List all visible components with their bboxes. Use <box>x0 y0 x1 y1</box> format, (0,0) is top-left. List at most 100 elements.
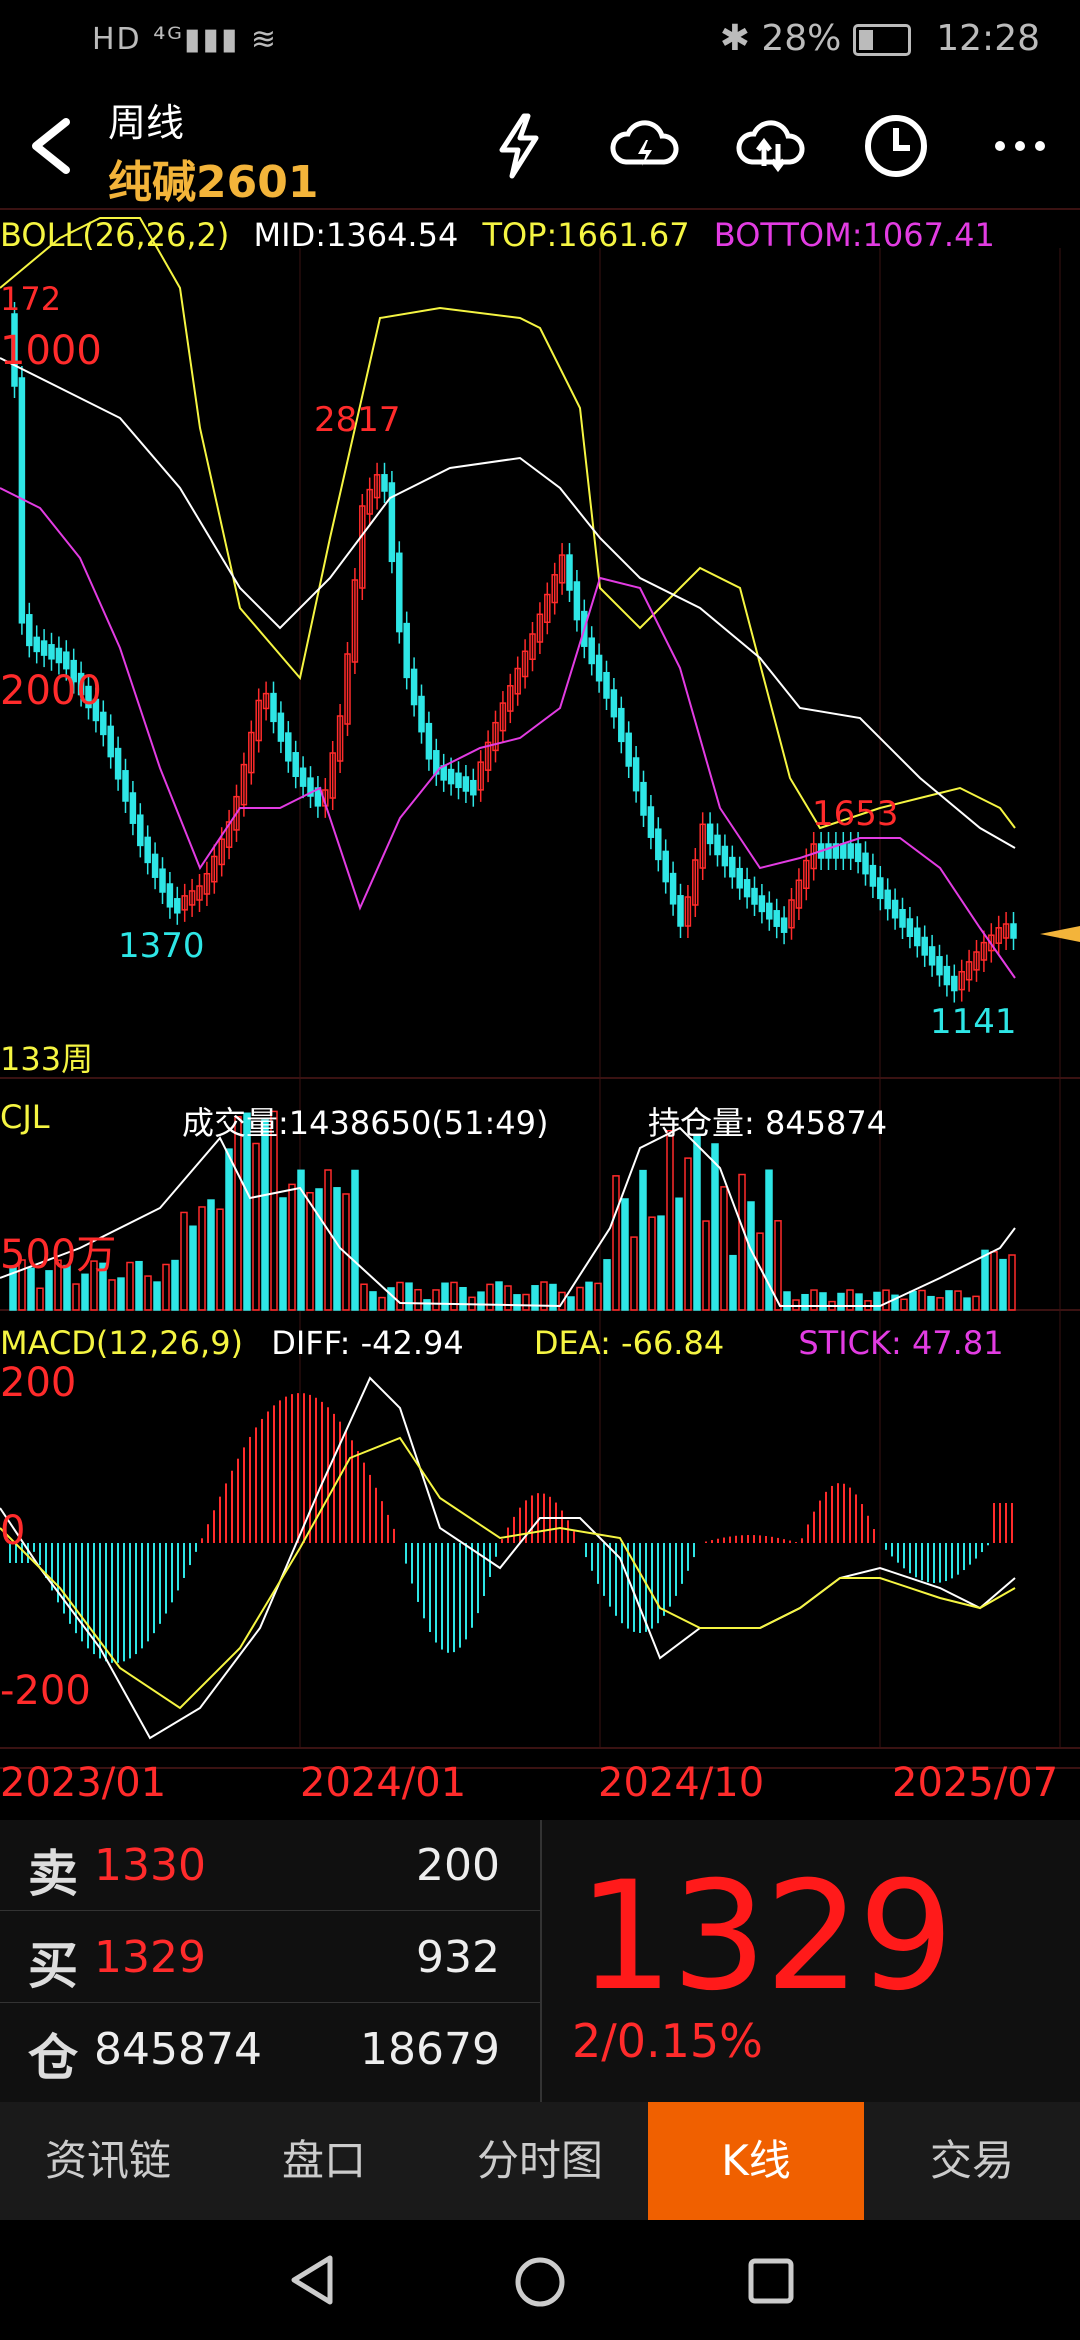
candle-body <box>840 843 847 859</box>
candle-body <box>588 637 595 665</box>
candle-body <box>573 581 581 621</box>
volume-bar <box>306 1191 314 1311</box>
macd-diff: DIFF: -42.94 <box>271 1324 464 1362</box>
nav-home-icon[interactable] <box>512 2254 568 2310</box>
tab-intraday[interactable]: 分时图 <box>432 2102 648 2220</box>
candle-body <box>447 768 455 785</box>
boll-label: BOLL(26,26,2) <box>0 216 230 254</box>
volume-bar <box>225 1148 233 1311</box>
volume-bar <box>423 1299 431 1311</box>
candle-body <box>455 772 462 789</box>
candle-body <box>884 889 891 910</box>
cloud-upload-icon[interactable] <box>734 110 806 182</box>
volume-bar <box>126 1261 134 1311</box>
macd-diff-line <box>0 1376 1016 1740</box>
quote-divider <box>540 1820 542 2102</box>
volume-bar <box>855 1293 863 1311</box>
volume-bar <box>234 1116 242 1311</box>
volume-bar <box>882 1289 890 1311</box>
volume-bar <box>603 1259 611 1311</box>
clock-icon[interactable] <box>860 110 932 182</box>
more-icon[interactable] <box>984 110 1056 182</box>
nav-back-icon[interactable] <box>286 2254 338 2306</box>
volume-bar <box>351 1169 359 1311</box>
macd-bottom: -200 <box>0 1668 91 1714</box>
last-price: 1329 <box>578 1850 954 2024</box>
buy-row[interactable]: 买 1329 932 <box>0 1912 540 2003</box>
lightning-icon[interactable] <box>484 110 556 182</box>
candle-body <box>869 864 877 887</box>
candle-body <box>174 898 181 914</box>
volume-ma-line <box>0 1126 1016 1308</box>
volume-scale: 500万 <box>0 1232 117 1278</box>
volume-bar <box>567 1296 575 1311</box>
boll-top: TOP:1661.67 <box>482 216 690 254</box>
macd-indicator: MACD(12,26,9) DIFF: -42.94 DEA: -66.84 S… <box>0 1324 1004 1362</box>
candle-body <box>388 482 396 563</box>
volume-bar <box>819 1292 827 1311</box>
nav-recents-icon[interactable] <box>746 2256 796 2306</box>
boll-mid-line <box>0 357 1016 849</box>
volume-bar <box>459 1286 467 1311</box>
price-label-low1: 1370 <box>118 926 205 966</box>
battery-percent: 28% <box>761 18 842 59</box>
candle-body <box>610 689 618 718</box>
volume-bar <box>990 1251 998 1311</box>
volume-bar <box>486 1283 494 1311</box>
candle-body <box>418 695 425 733</box>
tab-kline[interactable]: K线 <box>648 2102 864 2220</box>
cloud-sync-icon[interactable] <box>608 110 680 182</box>
kline-chart[interactable]: BOLL(26,26,2) MID:1364.54 TOP:1661.67 BO… <box>0 208 1080 1808</box>
candle-body <box>891 899 899 919</box>
boll-bottom-line <box>0 487 1016 979</box>
tab-order-book[interactable]: 盘口 <box>216 2102 432 2220</box>
candle-body <box>655 828 662 861</box>
volume-bar <box>405 1282 413 1311</box>
price-change: 2/0.15% <box>572 2014 763 2068</box>
volume-bar <box>954 1290 962 1311</box>
volume-bar <box>216 1208 224 1311</box>
candle-body <box>63 651 70 670</box>
volume-bar <box>36 1287 44 1311</box>
price-label-mid: 1653 <box>812 794 899 834</box>
candle-body <box>159 868 166 893</box>
boll-bottom: BOTTOM:1067.41 <box>713 216 995 254</box>
volume-bar <box>801 1293 809 1311</box>
back-icon[interactable] <box>22 116 82 176</box>
status-right: ✱ 28% 12:28 <box>720 18 1040 59</box>
buy-label: 买 <box>28 1937 78 1995</box>
x-label-1: 2023/01 <box>0 1760 167 1806</box>
candle-body <box>425 722 433 760</box>
tab-trade[interactable]: 交易 <box>864 2102 1080 2220</box>
volume-bar <box>846 1289 854 1311</box>
status-signal: HD ⁴ᴳ▮▮▮ ≋ <box>92 22 279 57</box>
app-header: 周线 纯碱2601 <box>0 84 1080 208</box>
symbol-title[interactable]: 纯碱2601 <box>108 146 318 210</box>
tab-news-chain[interactable]: 资讯链 <box>0 2102 216 2220</box>
cjl-label: CJL <box>0 1098 50 1136</box>
candle-body <box>951 975 958 992</box>
boll-top-line <box>0 217 1016 830</box>
volume-bar <box>612 1175 620 1311</box>
candle-body <box>566 554 573 591</box>
volume-bar <box>144 1275 152 1311</box>
candle-body <box>151 853 159 878</box>
volume-bar <box>414 1288 422 1311</box>
candle-body <box>299 767 307 787</box>
volume-bar <box>135 1260 143 1311</box>
volume-bar <box>873 1291 881 1311</box>
volume-bar <box>936 1297 944 1311</box>
volume-bar <box>333 1187 341 1311</box>
candle-body <box>714 834 721 856</box>
candle-body <box>825 843 832 859</box>
candle-body <box>285 732 292 762</box>
sell-row[interactable]: 卖 1330 200 <box>0 1820 540 1911</box>
candle-body <box>40 640 48 656</box>
bluetooth-icon: ✱ <box>719 18 750 59</box>
bottom-tabs: 资讯链 盘口 分时图 K线 交易 <box>0 2102 1080 2220</box>
x-label-3: 2024/10 <box>598 1760 765 1806</box>
volume-bar <box>630 1236 638 1311</box>
macd-zero: 0 <box>0 1508 26 1554</box>
boll-mid: MID:1364.54 <box>253 216 459 254</box>
volume-bar <box>657 1215 665 1311</box>
